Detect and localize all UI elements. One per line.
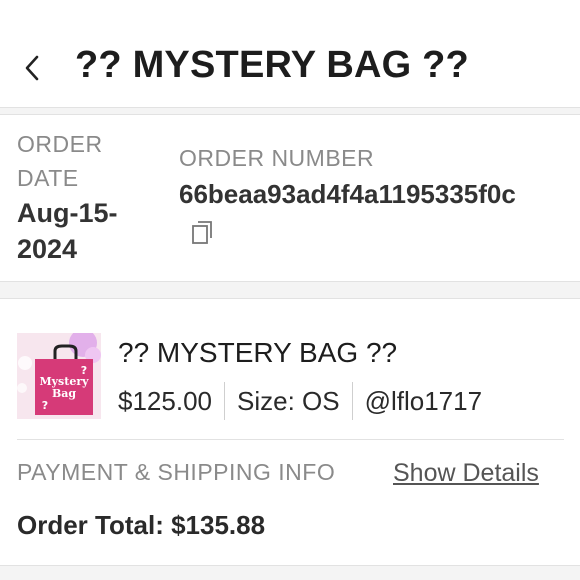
show-details-link[interactable]: Show Details [393, 459, 539, 488]
page-title: ?? MYSTERY BAG ?? [75, 44, 469, 86]
order-date-value: Aug-15-2024 [17, 198, 118, 264]
meta-divider [223, 382, 225, 420]
mystery-bag-image: Mystery Bag ? ? [17, 333, 101, 419]
bag-question-mark-1: ? [42, 399, 48, 412]
copy-icon [192, 221, 212, 244]
order-date-label: ORDER DATE [17, 131, 103, 191]
order-number-value: 66beaa93ad4f4a1195335f0c [179, 179, 516, 209]
top-bar: ?? MYSTERY BAG ?? [0, 0, 580, 108]
payment-shipping-label: PAYMENT & SHIPPING INFO [17, 459, 336, 485]
copy-order-number-button[interactable] [191, 219, 215, 245]
section-divider [17, 439, 564, 440]
item-size: Size: OS [236, 385, 340, 416]
item-thumbnail[interactable]: Mystery Bag ? ? [17, 333, 101, 419]
meta-divider [351, 382, 353, 420]
chevron-left-icon [25, 55, 39, 81]
back-button[interactable] [20, 52, 44, 84]
order-number-label: ORDER NUMBER [179, 145, 375, 171]
bag-question-mark-2: ? [81, 364, 87, 377]
item-name-link[interactable]: ?? MYSTERY BAG ?? [118, 337, 397, 369]
order-item-panel: Mystery Bag ? ? ?? MYSTERY BAG ?? $125.0… [0, 298, 580, 566]
bag-text-line2: Bag [52, 387, 76, 400]
seller-username[interactable]: @lflo1717 [365, 386, 482, 417]
order-total: Order Total: $135.88 [17, 510, 266, 540]
order-info-panel: ORDER DATE Aug-15-2024 ORDER NUMBER 66be… [0, 114, 580, 282]
item-price: $125.00 [118, 385, 212, 416]
item-meta: $125.00 Size: OS @lflo1717 [118, 381, 482, 421]
